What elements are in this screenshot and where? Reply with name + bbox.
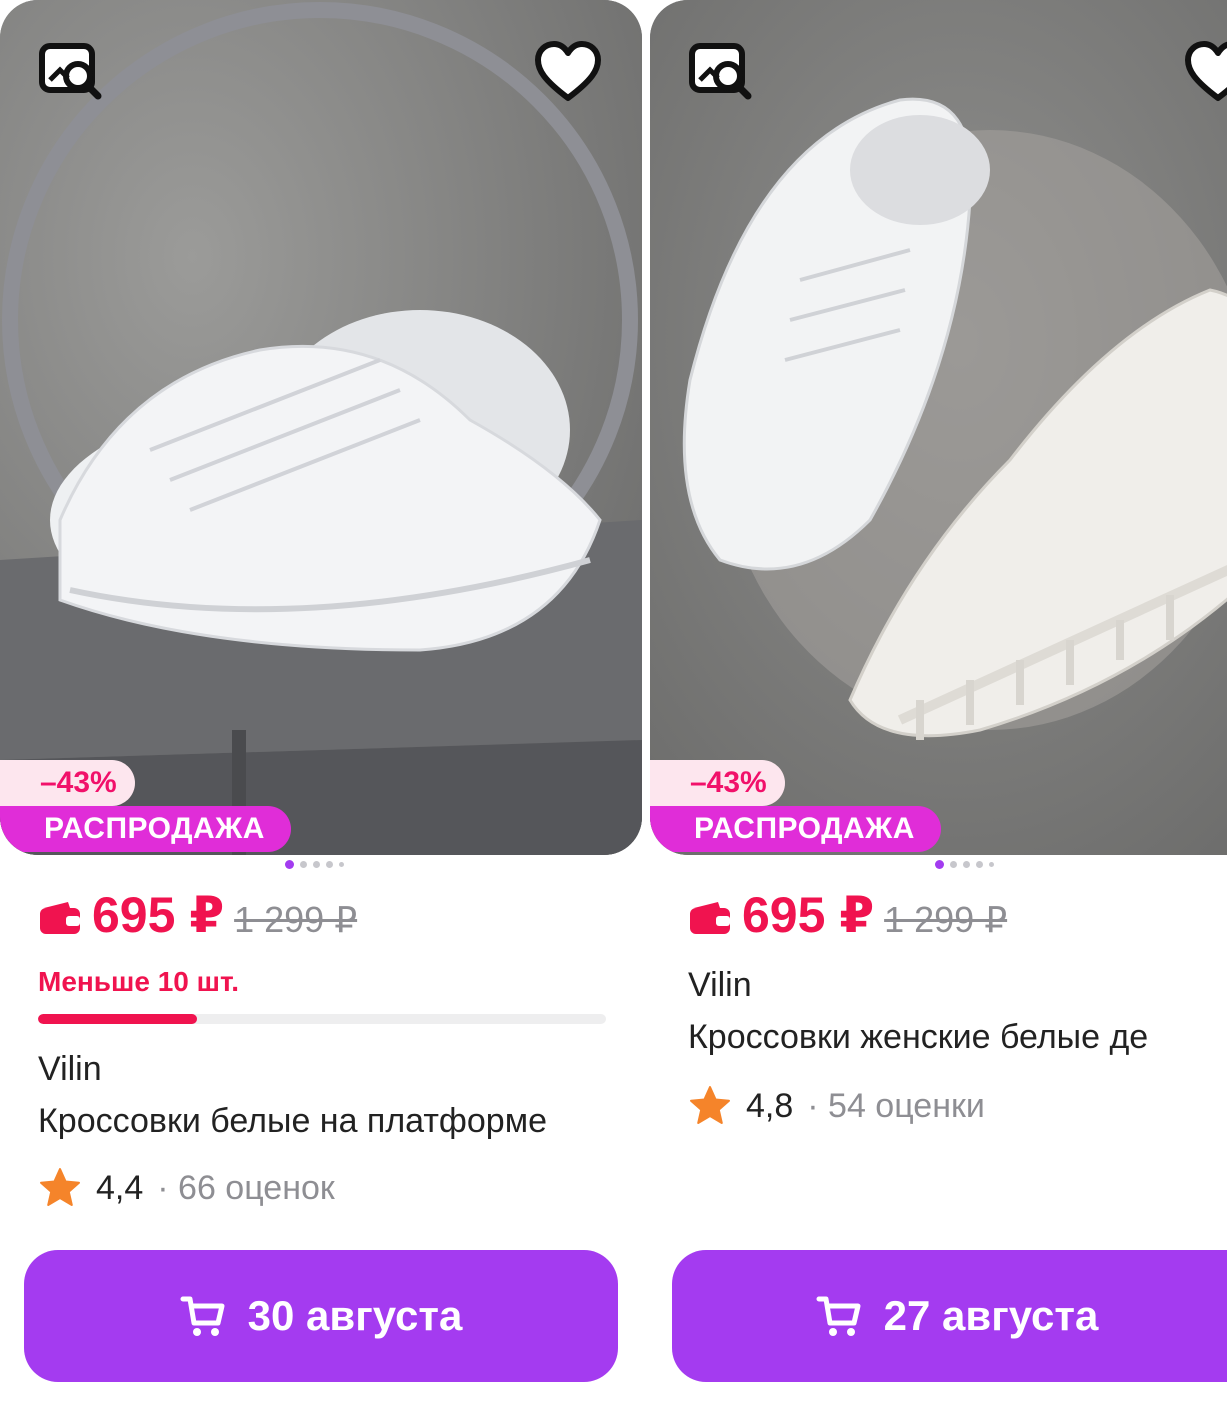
add-to-cart-button[interactable]: 30 августа xyxy=(24,1250,618,1382)
pagination-dot xyxy=(963,861,970,868)
pagination-dot xyxy=(339,862,344,867)
reviews-count: · 66 оценок xyxy=(157,1168,335,1207)
product-card[interactable]: –43% РАСПРОДАЖА 695 ₽ 1 299 ₽ Vilin Крос… xyxy=(650,0,1227,1420)
favorite-button[interactable] xyxy=(1182,36,1227,108)
rating-value: 4,4 xyxy=(96,1168,144,1207)
stock-bar-fill xyxy=(38,1014,198,1024)
sale-badge: РАСПРОДАЖА xyxy=(0,806,291,852)
product-rating[interactable]: 4,8 · 54 оценки xyxy=(688,1084,985,1128)
current-price: 695 ₽ xyxy=(742,887,875,943)
reviews-count: · 54 оценки xyxy=(807,1086,985,1125)
image-search-icon xyxy=(39,43,102,100)
stock-warning: Меньше 10 шт. xyxy=(38,966,240,997)
product-photo[interactable]: –43% РАСПРОДАЖА xyxy=(650,0,1227,855)
sale-badge: РАСПРОДАЖА xyxy=(650,806,941,852)
pagination-dot xyxy=(950,861,957,868)
pagination-dot xyxy=(285,860,294,869)
search-by-image-button[interactable] xyxy=(686,36,758,108)
cart-icon xyxy=(180,1296,225,1336)
image-search-icon xyxy=(689,43,752,100)
heart-icon xyxy=(535,41,601,101)
price-row: 695 ₽ 1 299 ₽ xyxy=(688,886,1007,944)
product-image xyxy=(0,0,642,855)
old-price: 1 299 ₽ xyxy=(234,899,358,940)
discount-badge: –43% xyxy=(650,760,785,806)
pagination-dot xyxy=(313,861,320,868)
wallet-icon xyxy=(40,902,80,934)
pagination-dot xyxy=(976,861,983,868)
current-price: 695 ₽ xyxy=(92,887,225,943)
pagination-dot xyxy=(300,861,307,868)
search-by-image-button[interactable] xyxy=(36,36,108,108)
old-price: 1 299 ₽ xyxy=(884,899,1008,940)
star-icon xyxy=(690,1086,730,1124)
discount-badge: –43% xyxy=(0,760,135,806)
rating-value: 4,8 xyxy=(746,1086,794,1125)
add-to-cart-button[interactable]: 27 августа xyxy=(672,1250,1227,1382)
product-rating[interactable]: 4,4 · 66 оценок xyxy=(38,1166,335,1210)
product-photo[interactable]: –43% РАСПРОДАЖА xyxy=(0,0,642,855)
stock-bar xyxy=(38,1014,606,1024)
product-brand[interactable]: Vilin xyxy=(688,966,752,1005)
product-brand[interactable]: Vilin xyxy=(38,1050,102,1089)
photo-pagination xyxy=(935,860,994,869)
favorite-button[interactable] xyxy=(532,36,604,108)
price-row: 695 ₽ 1 299 ₽ xyxy=(38,886,357,944)
product-title[interactable]: Кроссовки женские белые де xyxy=(688,1018,1227,1057)
wallet-icon xyxy=(690,902,730,934)
photo-pagination xyxy=(285,860,344,869)
delivery-date: 30 августа xyxy=(247,1292,463,1339)
cart-icon xyxy=(816,1296,861,1336)
product-card[interactable]: –43% РАСПРОДАЖА 695 ₽ 1 299 ₽ Меньше 10 … xyxy=(0,0,642,1420)
pagination-dot xyxy=(326,861,333,868)
pagination-dot xyxy=(935,860,944,869)
delivery-date: 27 августа xyxy=(883,1292,1099,1339)
star-icon xyxy=(40,1168,80,1206)
pagination-dot xyxy=(989,862,994,867)
product-title[interactable]: Кроссовки белые на платформе xyxy=(38,1102,600,1141)
heart-icon xyxy=(1185,41,1227,101)
product-image xyxy=(650,0,1227,855)
